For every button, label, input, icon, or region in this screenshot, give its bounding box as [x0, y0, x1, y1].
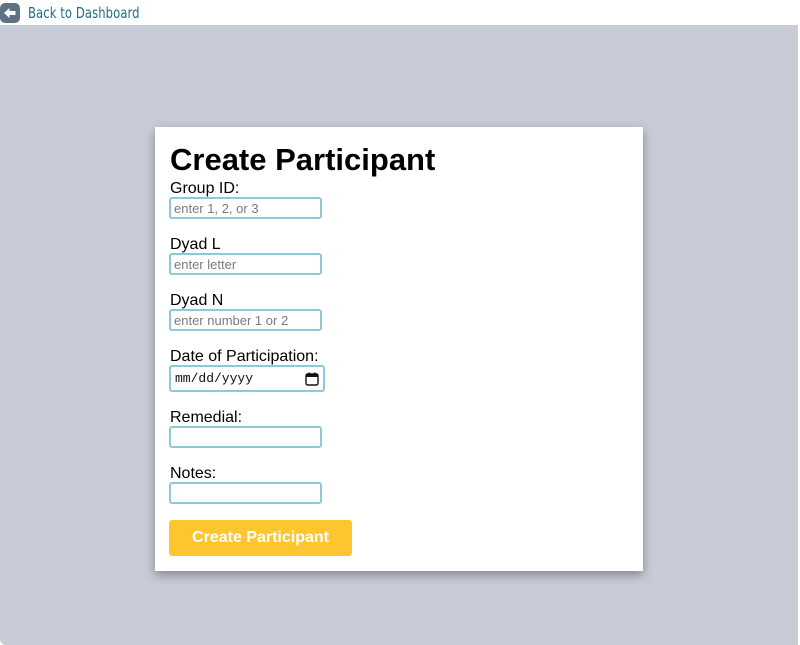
back-link-label: Back to Dashboard: [28, 3, 140, 22]
date-of-participation-input[interactable]: mm/dd/yyyy: [169, 365, 325, 392]
dyad-l-input[interactable]: [169, 253, 322, 275]
back-to-dashboard-link[interactable]: Back to Dashboard: [0, 2, 158, 23]
calendar-icon[interactable]: [305, 372, 319, 386]
notes-input[interactable]: [169, 482, 322, 504]
date-of-participation-label: Date of Participation:: [170, 348, 319, 365]
dyad-n-label: Dyad N: [170, 292, 224, 309]
date-placeholder-text: mm/dd/yyyy: [175, 371, 254, 386]
dyad-l-label: Dyad L: [170, 236, 221, 253]
notes-label: Notes:: [170, 465, 217, 482]
dyad-n-input[interactable]: [169, 309, 322, 331]
group-id-input[interactable]: [169, 197, 322, 219]
create-participant-card: Create Participant Group ID: Dyad L Dyad…: [155, 127, 643, 571]
remedial-input[interactable]: [169, 426, 322, 448]
page-title: Create Participant: [170, 142, 436, 177]
group-id-label: Group ID:: [170, 180, 240, 197]
remedial-label: Remedial:: [170, 409, 243, 426]
arrow-left-circle-icon: [0, 2, 20, 23]
create-participant-button[interactable]: Create Participant: [169, 520, 352, 556]
top-bar: Back to Dashboard: [0, 0, 800, 25]
